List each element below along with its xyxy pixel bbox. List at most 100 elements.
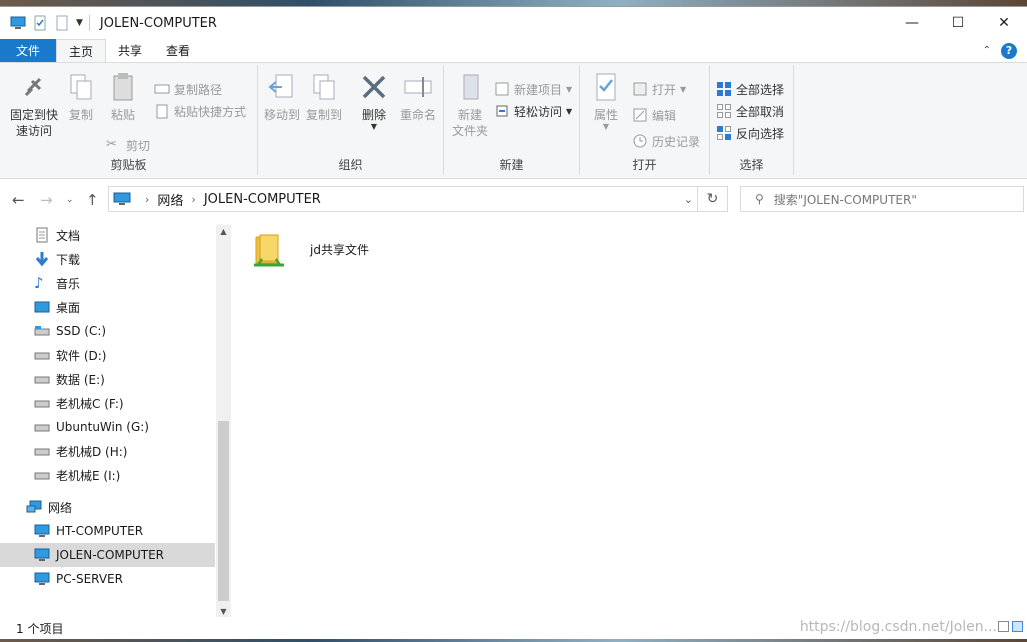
select-none-label: 全部取消 [736,104,785,119]
paste-label: 粘贴 [110,108,135,122]
copy-button[interactable]: 复制 [62,69,100,123]
breadcrumb-separator[interactable]: › [145,193,149,206]
open-group: 属性 ▼ 打开 ▼ 编辑 历史记录 打开 [580,65,710,175]
select-none-icon [716,103,732,119]
nav-item-drive-i[interactable]: 老机械E (I:) [0,463,215,487]
explorer-window: ▼ JOLEN-COMPUTER — ☐ ✕ 文件 主页 共享 查看 ⌃ ? 固… [0,6,1027,639]
nav-scrollbar[interactable]: ▲ ▼ [216,225,231,619]
expand-ribbon-icon[interactable]: ⌃ [983,45,991,56]
pin-quick-access-button[interactable]: 固定到快 速访问 [6,69,62,139]
address-bar[interactable]: › 网络 › JOLEN-COMPUTER ⌄ ↻ [108,186,728,212]
nav-item-label: 软件 (D:) [56,348,107,363]
select-group: 全部选择 全部取消 反向选择 选择 [710,65,794,175]
nav-item-label: HT-COMPUTER [56,524,144,538]
select-none-button[interactable]: 全部取消 [716,101,784,121]
ribbon-tabs: 文件 主页 共享 查看 ⌃ ? [0,39,1027,63]
nav-item-ht-computer[interactable]: HT-COMPUTER [0,519,215,543]
breadcrumb-computer[interactable]: JOLEN-COMPUTER [204,192,321,207]
tab-share[interactable]: 共享 [106,39,154,62]
large-icons-view-icon[interactable] [1012,621,1023,632]
nav-item-label: SSD (C:) [56,324,107,338]
new-group-label: 新建 [499,158,524,172]
nav-item-drive-g[interactable]: UbuntuWin (G:) [0,415,215,439]
nav-item-label: 老机械C (F:) [56,396,124,411]
organize-group: 移动到 复制到 删除 ▼ 重命名 组织 [258,65,444,175]
chevron-down-icon[interactable]: ▼ [76,18,83,28]
ribbon-right-controls: ⌃ ? [983,39,1027,62]
pin-icon [18,71,50,103]
cut-button[interactable]: ✂ 剪切 [106,135,150,155]
nav-item-desktop[interactable]: 桌面 [0,295,215,319]
edit-button[interactable]: 编辑 [632,105,676,125]
open-group-label: 打开 [632,158,657,172]
details-view-icon[interactable] [998,621,1009,632]
nav-item-network[interactable]: 网络 [0,495,215,519]
history-button[interactable]: 历史记录 [632,131,700,151]
drive-icon [34,371,50,387]
breadcrumb-separator[interactable]: › [191,193,195,206]
nav-item-jolen-computer[interactable]: JOLEN-COMPUTER [0,543,215,567]
nav-item-drive-c[interactable]: SSD (C:) [0,319,215,343]
computer-icon [34,547,50,563]
nav-item-pc-server[interactable]: PC-SERVER [0,567,215,591]
scroll-thumb[interactable] [218,421,229,601]
properties-icon[interactable] [32,15,48,31]
new-folder-icon[interactable] [54,15,70,31]
back-button[interactable]: ← [12,191,25,209]
new-item-button[interactable]: 新建项目 ▼ [494,79,572,99]
copy-to-button[interactable]: 复制到 [304,69,344,123]
invert-selection-button[interactable]: 反向选择 [716,123,784,143]
shared-folder-item[interactable]: jd共享文件 [252,231,369,274]
tab-file[interactable]: 文件 [0,39,56,62]
scissors-icon: ✂ [106,137,117,152]
new-folder-button[interactable]: 新建 文件夹 [448,69,492,139]
drive-icon [34,323,50,339]
paste-shortcut-label: 粘贴快捷方式 [174,104,247,119]
paste-shortcut-button[interactable]: 粘贴快捷方式 [154,101,246,121]
properties-button[interactable]: 属性 ▼ [586,69,626,131]
window-controls: — ☐ ✕ [889,7,1027,39]
nav-item-downloads[interactable]: 下载 [0,247,215,271]
nav-item-documents[interactable]: 文档 [0,223,215,247]
copy-path-label: 复制路径 [174,82,223,97]
recent-locations-button[interactable]: ⌄ [66,195,74,205]
scroll-up-button[interactable]: ▲ [216,225,231,239]
item-label: jd共享文件 [310,243,369,257]
nav-item-music[interactable]: ♪ 音乐 [0,271,215,295]
open-button[interactable]: 打开 ▼ [632,79,686,99]
chevron-down-icon: ▼ [680,84,687,94]
tab-view[interactable]: 查看 [154,39,202,62]
copy-path-button[interactable]: 复制路径 [154,79,222,99]
maximize-button[interactable]: ☐ [935,7,981,39]
delete-button[interactable]: 删除 ▼ [356,69,392,131]
new-item-label: 新建项目 [514,82,563,97]
nav-item-drive-h[interactable]: 老机械D (H:) [0,439,215,463]
move-to-icon [266,71,298,103]
move-to-button[interactable]: 移动到 [262,69,302,123]
refresh-button[interactable]: ↻ [697,187,727,211]
address-dropdown-icon[interactable]: ⌄ [684,193,693,206]
nav-item-drive-d[interactable]: 软件 (D:) [0,343,215,367]
rename-button[interactable]: 重命名 [396,69,440,123]
new-group: 新建 文件夹 新建项目 ▼ 轻松访问 ▼ 新建 [444,65,580,175]
cut-label: 剪切 [126,138,151,153]
breadcrumb-network[interactable]: 网络 [157,190,183,209]
tab-home[interactable]: 主页 [56,39,107,62]
paste-button[interactable]: 粘贴 [104,69,142,123]
copy-icon [65,71,97,103]
watermark: https://blog.csdn.net/Jolen... [799,619,997,635]
nav-item-drive-f[interactable]: 老机械C (F:) [0,391,215,415]
minimize-button[interactable]: — [889,7,935,39]
easy-access-button[interactable]: 轻松访问 ▼ [494,101,572,121]
help-icon[interactable]: ? [1001,42,1017,59]
up-button[interactable]: ↑ [86,191,99,209]
nav-item-label: PC-SERVER [56,572,123,586]
forward-button[interactable]: → [40,191,53,209]
chevron-down-icon: ▼ [566,106,573,116]
nav-item-drive-e[interactable]: 数据 (E:) [0,367,215,391]
edit-icon [632,107,648,123]
close-button[interactable]: ✕ [981,7,1027,39]
drive-icon [34,347,50,363]
select-all-button[interactable]: 全部选择 [716,79,784,99]
search-box[interactable]: ⚲ 搜索"JOLEN-COMPUTER" [740,186,1024,212]
